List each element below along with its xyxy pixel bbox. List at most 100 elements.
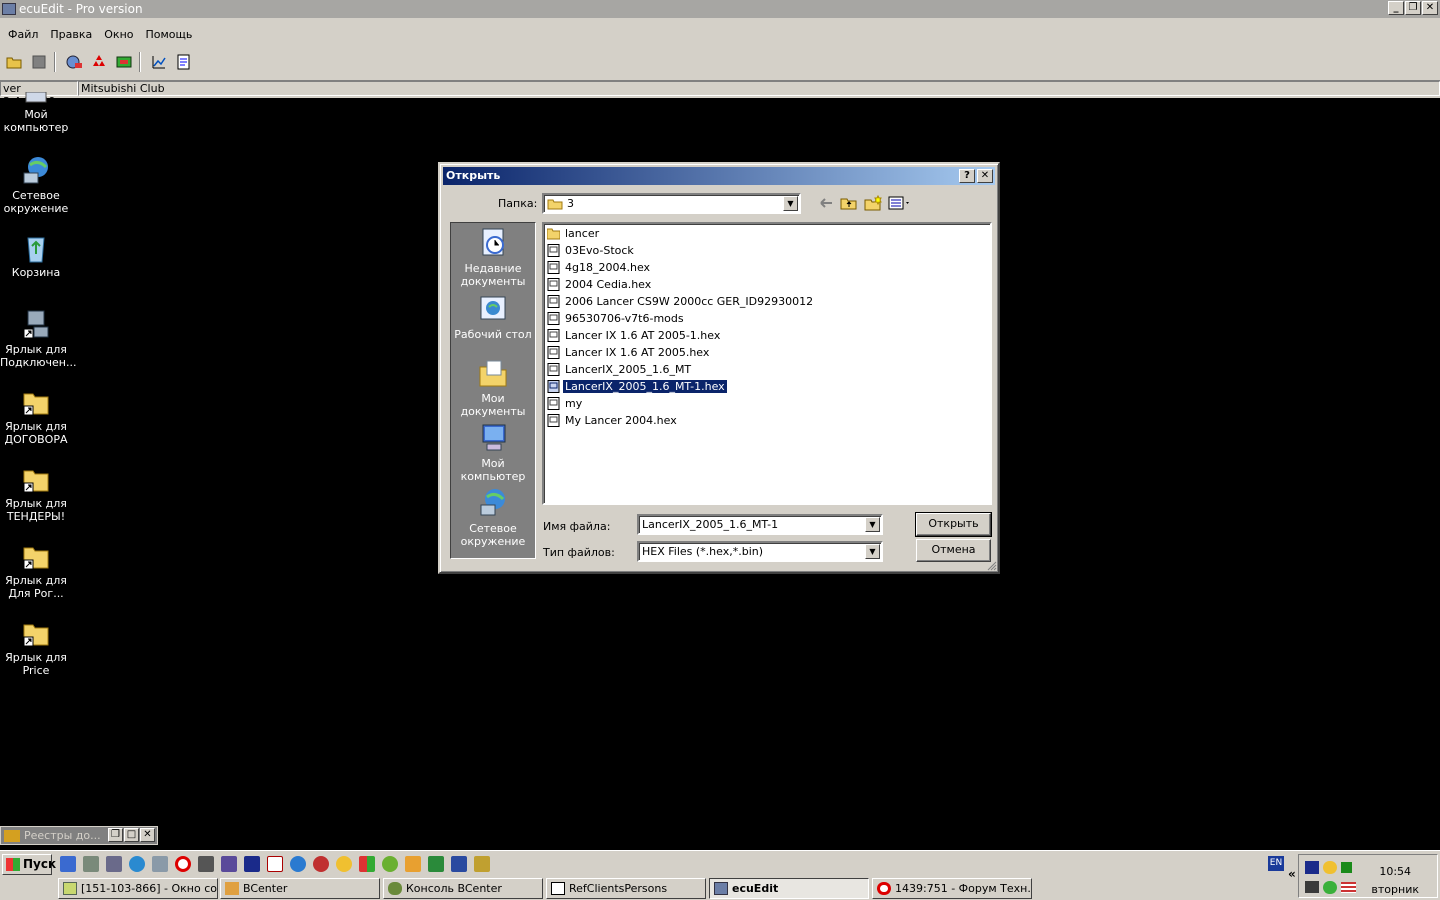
task-button-active[interactable]: ecuEdit bbox=[709, 878, 869, 899]
quicklaunch-app-icon[interactable] bbox=[198, 856, 214, 872]
list-item[interactable]: Lancer IX 1.6 AT 2005-1.hex bbox=[547, 327, 722, 343]
desktop-icon-my-computer[interactable]: Мой компьютер bbox=[0, 91, 72, 134]
resize-grip-icon[interactable] bbox=[986, 560, 997, 571]
filename-field[interactable]: LancerIX_2005_1.6_MT-1 ▼ bbox=[637, 514, 883, 535]
file-name: my bbox=[565, 396, 583, 410]
quicklaunch-app-icon[interactable] bbox=[83, 856, 99, 872]
view-menu-icon[interactable] bbox=[888, 195, 912, 211]
place-desktop[interactable]: Рабочий стол bbox=[451, 293, 535, 341]
quicklaunch-app-icon[interactable] bbox=[382, 856, 398, 872]
list-item[interactable]: My Lancer 2004.hex bbox=[547, 412, 679, 428]
desktop-icon-network[interactable]: Сетевое окружение bbox=[0, 155, 72, 215]
file-name: lancer bbox=[565, 226, 600, 240]
help-button[interactable]: ? bbox=[959, 169, 975, 183]
mitsubishi-icon[interactable] bbox=[88, 51, 110, 73]
quicklaunch-app-icon[interactable] bbox=[359, 856, 375, 872]
clock[interactable]: 10:54 вторник bbox=[1371, 863, 1419, 899]
file-list[interactable]: lancer 03Evo-Stock 4g18_2004.hex 2004 Ce… bbox=[542, 222, 992, 505]
place-my-computer[interactable]: Мой компьютер bbox=[451, 422, 535, 483]
chevron-down-icon[interactable]: ▼ bbox=[783, 196, 798, 211]
filetype-select[interactable]: HEX Files (*.hex,*.bin) ▼ bbox=[637, 541, 883, 562]
chevron-down-icon[interactable]: ▼ bbox=[865, 544, 880, 559]
minimized-window[interactable]: Реестры до... ❐ □ ✕ bbox=[0, 826, 158, 845]
outlook-icon[interactable] bbox=[290, 856, 306, 872]
stop-icon[interactable] bbox=[28, 51, 50, 73]
place-recent[interactable]: Недавние документы bbox=[451, 227, 535, 288]
open-button[interactable]: Открыть bbox=[915, 512, 992, 537]
place-network[interactable]: Сетевое окружение bbox=[451, 487, 535, 548]
quicklaunch-app-icon[interactable] bbox=[106, 856, 122, 872]
language-indicator[interactable]: EN bbox=[1268, 856, 1284, 871]
xml-icon[interactable] bbox=[173, 51, 195, 73]
chart-app-icon[interactable] bbox=[267, 856, 283, 872]
desktop-icon-rog-shortcut[interactable]: Ярлык для Для Рог... bbox=[0, 540, 72, 600]
desktop-icon-recycle-bin[interactable]: Корзина bbox=[0, 232, 72, 279]
close-button[interactable]: ✕ bbox=[1422, 1, 1438, 15]
save-icon[interactable] bbox=[1305, 861, 1319, 874]
network-tray-icon[interactable] bbox=[1305, 881, 1319, 893]
us-flag-icon[interactable] bbox=[1341, 882, 1356, 893]
task-button[interactable]: RefClientsPersons bbox=[546, 878, 706, 899]
tray-expand-icon[interactable]: « bbox=[1288, 867, 1296, 881]
up-folder-icon[interactable] bbox=[840, 195, 858, 211]
antivirus-icon[interactable] bbox=[1323, 881, 1337, 894]
list-item[interactable]: Lancer IX 1.6 AT 2005.hex bbox=[547, 344, 711, 360]
list-item[interactable]: 2004 Cedia.hex bbox=[547, 276, 653, 292]
list-item[interactable]: 96530706-v7t6-mods bbox=[547, 310, 686, 326]
list-item[interactable]: 2006 Lancer CS9W 2000cc GER_ID92930012 bbox=[547, 293, 815, 309]
globe-icon[interactable] bbox=[129, 856, 145, 872]
status-icon[interactable] bbox=[1341, 862, 1352, 873]
new-folder-icon[interactable] bbox=[864, 195, 882, 211]
maximize-button[interactable]: □ bbox=[124, 828, 139, 842]
messenger-icon[interactable] bbox=[336, 856, 352, 872]
connect-icon[interactable] bbox=[63, 51, 85, 73]
desktop-icon-price-shortcut[interactable]: Ярлык для Price bbox=[0, 617, 72, 677]
ie-icon[interactable] bbox=[60, 856, 76, 872]
quicklaunch-app-icon[interactable] bbox=[152, 856, 168, 872]
back-arrow-icon[interactable] bbox=[818, 195, 834, 211]
menu-help[interactable]: Помощь bbox=[142, 28, 197, 41]
list-item-selected[interactable]: LancerIX_2005_1.6_MT-1.hex bbox=[547, 378, 728, 394]
task-button[interactable]: 1439:751 - Форум Техн... bbox=[872, 878, 1032, 899]
dialog-nav-toolbar bbox=[818, 195, 912, 211]
cancel-button[interactable]: Отмена bbox=[916, 539, 991, 562]
quicklaunch-app-icon[interactable] bbox=[405, 856, 421, 872]
messenger-icon[interactable] bbox=[1323, 861, 1337, 874]
restore-button[interactable]: ❐ bbox=[1405, 1, 1421, 15]
desktop-icon-tenders-shortcut[interactable]: Ярлык для ТЕНДЕРЫ! bbox=[0, 463, 72, 523]
task-button[interactable]: [151-103-866] - Окно со... bbox=[58, 878, 218, 899]
save-icon[interactable] bbox=[244, 856, 260, 872]
chevron-down-icon[interactable]: ▼ bbox=[865, 517, 880, 532]
list-item[interactable]: 03Evo-Stock bbox=[547, 242, 636, 258]
graph-icon[interactable] bbox=[148, 51, 170, 73]
close-button[interactable]: ✕ bbox=[140, 828, 155, 842]
quicklaunch-app-icon[interactable] bbox=[221, 856, 237, 872]
list-item[interactable]: LancerIX_2005_1.6_MT bbox=[547, 361, 693, 377]
key-icon[interactable] bbox=[474, 856, 490, 872]
dialog-close-button[interactable]: ✕ bbox=[977, 169, 993, 183]
desktop-icon-contracts-shortcut[interactable]: Ярлык для ДОГОВОРА bbox=[0, 386, 72, 446]
folder-combo[interactable]: 3 ▼ bbox=[542, 193, 801, 214]
menu-file[interactable]: Файл bbox=[4, 28, 42, 41]
acrobat-icon[interactable] bbox=[313, 856, 329, 872]
restore-button[interactable]: ❐ bbox=[108, 828, 123, 842]
place-my-documents[interactable]: Мои документы bbox=[451, 357, 535, 418]
menu-edit[interactable]: Правка bbox=[46, 28, 96, 41]
menu-window[interactable]: Окно bbox=[100, 28, 137, 41]
list-item[interactable]: my bbox=[547, 395, 584, 411]
open-folder-icon[interactable] bbox=[3, 51, 25, 73]
desktop-icon-connection-shortcut[interactable]: Ярлык для Подключен... bbox=[0, 309, 77, 369]
ecu-icon[interactable] bbox=[113, 51, 135, 73]
list-item[interactable]: lancer bbox=[547, 225, 601, 241]
opera-icon[interactable] bbox=[175, 856, 191, 872]
word-icon[interactable] bbox=[451, 856, 467, 872]
start-button[interactable]: Пуск bbox=[2, 854, 56, 875]
excel-icon[interactable] bbox=[428, 856, 444, 872]
network-shortcut-icon bbox=[20, 309, 52, 341]
minimize-button[interactable]: _ bbox=[1388, 1, 1404, 15]
task-button[interactable]: BCenter bbox=[220, 878, 380, 899]
list-item[interactable]: 4g18_2004.hex bbox=[547, 259, 652, 275]
dialog-title-bar[interactable]: Открыть ? ✕ bbox=[443, 167, 995, 185]
file-name: 2006 Lancer CS9W 2000cc GER_ID92930012 bbox=[565, 294, 814, 308]
task-button[interactable]: Консоль BCenter bbox=[383, 878, 543, 899]
